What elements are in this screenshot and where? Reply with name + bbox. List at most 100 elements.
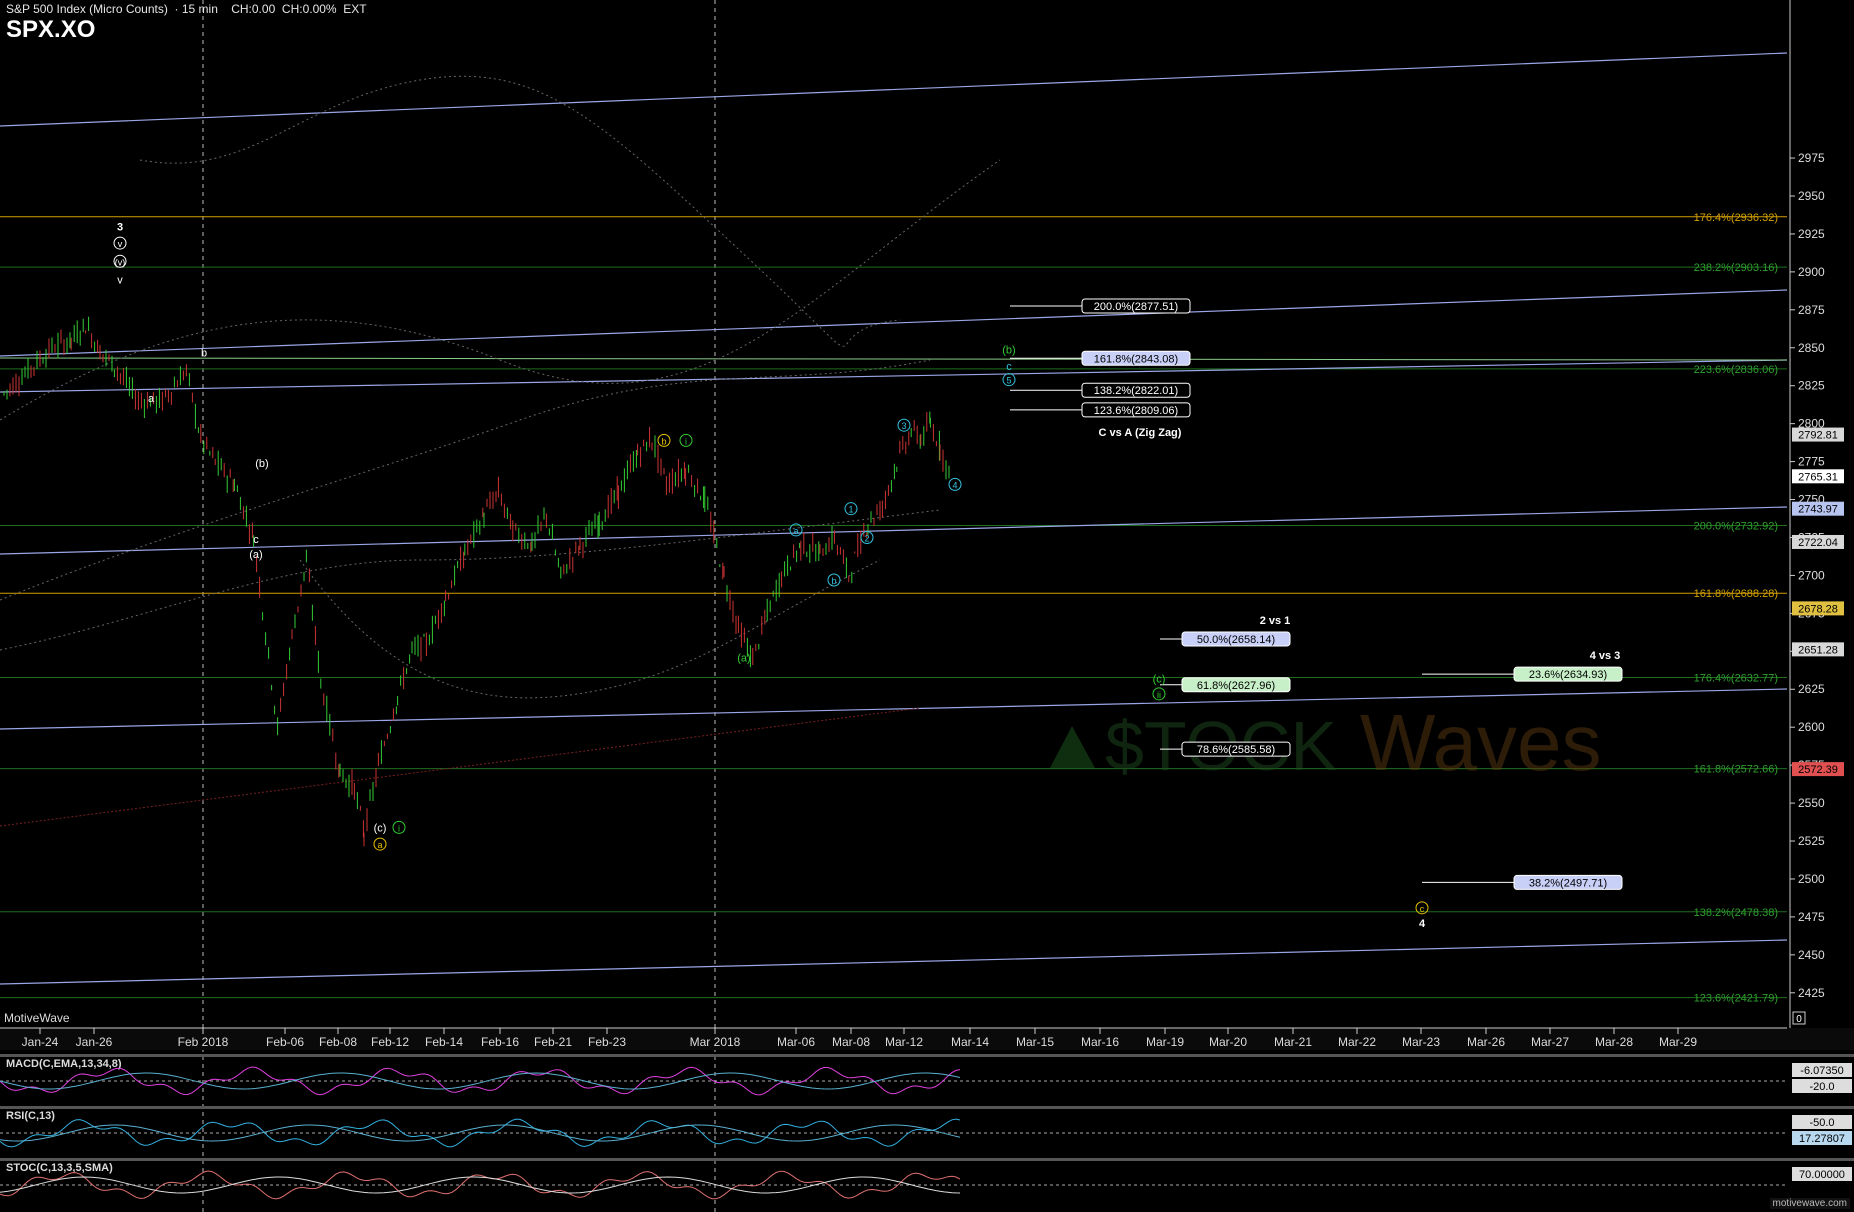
- fib-level-label: 176.4%(2936.32): [1694, 212, 1778, 224]
- x-tick-label: Feb-08: [319, 1035, 357, 1049]
- channel-line: [0, 289, 1788, 357]
- fib-level-label: 161.8%(2572.66): [1694, 764, 1778, 776]
- y-tick-label: 2550: [1798, 796, 1825, 810]
- x-tick-label: Feb 2018: [178, 1035, 229, 1049]
- channel-line: [0, 52, 1788, 127]
- wave-label: (b): [255, 458, 268, 470]
- x-tick-label: Mar-06: [777, 1035, 815, 1049]
- price-tag-label: 2765.31: [1798, 471, 1838, 483]
- x-tick-label: Jan-26: [76, 1035, 113, 1049]
- wave-label: 5: [1006, 376, 1011, 386]
- fib-level-label: 238.2%(2903.16): [1694, 262, 1778, 274]
- panel-divider: [0, 1106, 1854, 1109]
- wave-label: b: [831, 576, 836, 586]
- fib-target-boxes: 200.0%(2877.51) 161.8%(2843.08) 138.2%(282…: [1010, 298, 1623, 890]
- price-chart[interactable]: 176.4%(2936.32) 238.2%(2903.16) 223.6%(283…: [0, 0, 1854, 1212]
- price-axis[interactable]: 2425245024752500252525502575260026252650…: [1789, 0, 1844, 1030]
- y-tick-label: 2850: [1798, 341, 1825, 355]
- x-tick-label: Mar-22: [1338, 1035, 1376, 1049]
- y-tick-label: 2450: [1798, 948, 1825, 962]
- annotation-text: 2 vs 1: [1260, 615, 1291, 627]
- target-label: 38.2%(2497.71): [1529, 877, 1607, 889]
- wave-label: a: [148, 393, 155, 405]
- indicator-value: 17.27807: [1799, 1133, 1845, 1145]
- chart-title: S&P 500 Index (Micro Counts) · 15 min CH…: [6, 2, 367, 16]
- price-tag-label: 2651.28: [1798, 644, 1838, 656]
- y-tick-label: 2975: [1798, 151, 1825, 165]
- x-tick-label: Mar-26: [1467, 1035, 1505, 1049]
- channel-line: [0, 359, 1788, 393]
- fib-level-label: 200.0%(2732.92): [1694, 520, 1778, 532]
- wave-label: 1: [848, 505, 853, 515]
- channel-line: [0, 506, 1788, 555]
- fib-level-label: 176.4%(2632.77): [1694, 672, 1778, 684]
- wave-label: c: [253, 534, 259, 546]
- wave-label: 3: [901, 421, 906, 431]
- price-tag-label: 2722.04: [1798, 537, 1838, 549]
- x-tick-label: Mar-20: [1209, 1035, 1247, 1049]
- price-tag-label: 2572.39: [1798, 764, 1838, 776]
- wave-label: a: [377, 840, 382, 850]
- footer-link[interactable]: motivewave.com: [1769, 1198, 1850, 1209]
- wave-label: (v): [115, 257, 126, 267]
- x-tick-label: Feb-06: [266, 1035, 304, 1049]
- target-label: 123.6%(2809.06): [1094, 405, 1178, 417]
- watermark-triangle: [1050, 726, 1095, 768]
- x-tick-label: Feb-14: [425, 1035, 463, 1049]
- wave-label: 3: [117, 221, 123, 233]
- price-tag-label: 2743.97: [1798, 504, 1838, 516]
- y-tick-label: 2700: [1798, 568, 1825, 582]
- annotation-text: 4 vs 3: [1590, 650, 1621, 662]
- x-tick-label: Jan-24: [22, 1035, 59, 1049]
- y-tick-label: 2900: [1798, 265, 1825, 279]
- wave-label: 4: [952, 480, 957, 490]
- moving-averages: [0, 75, 1001, 699]
- change-text: CH:0.00 CH:0.00% EXT: [231, 2, 367, 16]
- time-axis[interactable]: Jan-24 Jan-26 Feb 2018 Feb-06 Feb-08 Feb-12 Fe…: [0, 1027, 1854, 1050]
- fib-level-label: 161.8%(2688.28): [1694, 588, 1778, 600]
- indicator-value: -20.0: [1809, 1081, 1834, 1093]
- wave-label: (c): [374, 822, 387, 834]
- fib-level-label: 138.2%(2478.38): [1694, 907, 1778, 919]
- wave-label: a: [793, 526, 798, 536]
- target-label: 23.6%(2634.93): [1529, 669, 1607, 681]
- indicator-name: STOC(C,13,3,5,SMA): [6, 1162, 113, 1174]
- indicator-name: MACD(C,EMA,13,34,8): [6, 1058, 122, 1070]
- x-tick-label: Mar-15: [1016, 1035, 1054, 1049]
- y-tick-label: 2500: [1798, 872, 1825, 886]
- moving-average-curve: [139, 75, 901, 347]
- target-label: 200.0%(2877.51): [1094, 301, 1178, 313]
- wave-label: 2: [864, 534, 869, 544]
- target-label: 138.2%(2822.01): [1094, 385, 1178, 397]
- indicator-panels: MACD(C,EMA,13,34,8) -6.07350 -20.0 RSI(C,13…: [0, 1054, 1854, 1200]
- support-line: [0, 357, 1788, 361]
- title-text: S&P 500 Index (Micro Counts) · 15 min: [6, 2, 218, 16]
- symbol-label: SPX.XO: [6, 16, 96, 43]
- wave-label: v: [117, 275, 123, 287]
- x-tick-label: Mar-29: [1659, 1035, 1697, 1049]
- x-tick-label: Mar-14: [951, 1035, 989, 1049]
- y-tick-label: 2875: [1798, 303, 1825, 317]
- vendor-label: MotiveWave: [4, 1011, 70, 1025]
- x-tick-label: Mar-12: [885, 1035, 923, 1049]
- wave-label: c: [1420, 904, 1425, 914]
- indicator-value: -50.0: [1809, 1117, 1834, 1129]
- candles: [3, 316, 950, 847]
- wave-label: (c): [1153, 674, 1166, 686]
- x-tick-label: Mar-19: [1146, 1035, 1184, 1049]
- y-tick-label: 2625: [1798, 682, 1825, 696]
- channel-line: [0, 939, 1788, 985]
- panel-divider: [0, 1158, 1854, 1161]
- wave-label: i: [398, 823, 400, 833]
- y-tick-label: 2600: [1798, 720, 1825, 734]
- price-tag-label: 2792.81: [1798, 430, 1838, 442]
- y-tick-label: 2775: [1798, 455, 1825, 469]
- target-label: 161.8%(2843.08): [1094, 353, 1178, 365]
- wave-label: (a): [737, 652, 750, 664]
- x-tick-label: Mar-27: [1531, 1035, 1569, 1049]
- x-tick-label: Feb-23: [588, 1035, 626, 1049]
- fib-level-label: 123.6%(2421.79): [1694, 993, 1778, 1005]
- y-tick-label: 2475: [1798, 910, 1825, 924]
- wave-label: b: [661, 436, 666, 446]
- indicator-value: 70.00000: [1799, 1169, 1845, 1181]
